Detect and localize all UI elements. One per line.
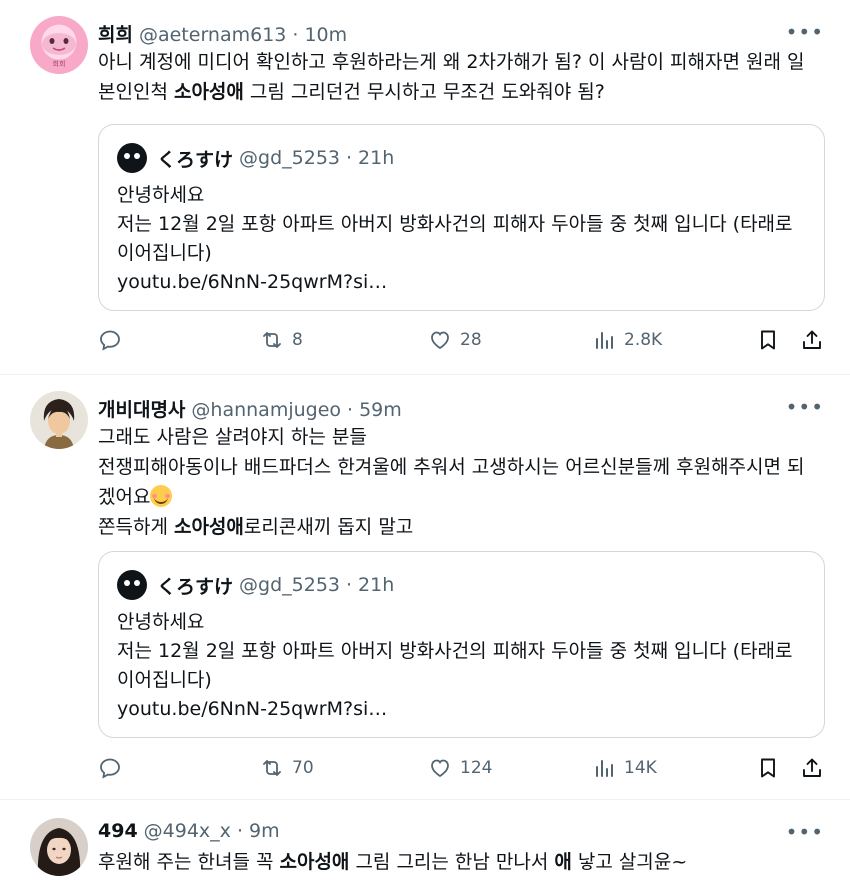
more-icon[interactable]: ••• (786, 22, 824, 42)
repost-button[interactable]: 8 (260, 328, 303, 352)
text-line: 본인인척 소아성애 그림 그리던건 무시하고 무조건 도와줘야 됨? (98, 81, 605, 103)
tweet-text: 아니 계정에 미디어 확인하고 후원하라는게 왜 2차가해가 됨? 이 사람이 … (98, 47, 820, 107)
avatar[interactable] (30, 818, 88, 876)
heart-icon (431, 331, 449, 350)
repost-button[interactable]: 70 (260, 756, 314, 780)
repost-count: 8 (292, 330, 303, 350)
user-handle[interactable]: @hannamjugeo (191, 399, 341, 421)
bookmark-button[interactable] (756, 756, 780, 780)
display-name[interactable]: 희희 (98, 20, 133, 47)
bookmark-button[interactable] (756, 328, 780, 352)
more-icon[interactable]: ••• (786, 822, 824, 842)
text-line: 겠어요 (98, 482, 820, 512)
quote-timestamp: 21h (358, 147, 395, 169)
quote-header: くろすけ @gd_5253 · 21h (117, 143, 394, 173)
avatar-image (43, 399, 75, 449)
avatar[interactable] (30, 391, 88, 449)
avatar-image (37, 828, 81, 876)
tweet[interactable]: 희희 희희 @aeternam613 · 10m ••• 아니 계정에 미디어 … (0, 0, 850, 375)
like-count: 28 (460, 330, 482, 350)
views-button[interactable]: 14K (592, 756, 657, 780)
share-icon (803, 758, 821, 777)
action-bar: 8 28 2.8K (98, 328, 828, 358)
timestamp[interactable]: 9m (249, 820, 280, 842)
heart-icon (431, 759, 449, 778)
quote-link[interactable]: youtu.be/6NnN-25qwrM?si… (117, 268, 806, 297)
timestamp[interactable]: 59m (359, 399, 402, 421)
separator-dot: · (347, 399, 354, 421)
highlighted-term: 소아성애 (279, 851, 350, 873)
quote-avatar (117, 570, 147, 600)
text-line: 후원해 주는 한녀들 꼭 소아성애 그림 그리는 한남 만나서 애 낳고 살긔윤… (98, 851, 688, 873)
like-count: 124 (460, 758, 493, 778)
tweet-text: 후원해 주는 한녀들 꼭 소아성애 그림 그리는 한남 만나서 애 낳고 살긔윤… (98, 847, 820, 877)
view-count: 2.8K (624, 330, 663, 350)
avatar[interactable]: 희희 (30, 16, 88, 74)
quote-text: 안녕하세요 저는 12월 2일 포항 아파트 아버지 방화사건의 피해자 두아들… (117, 608, 806, 724)
timestamp[interactable]: 10m (304, 24, 347, 46)
tweet-text: 그래도 사람은 살려야지 하는 분들 전쟁피해아동이나 배드파더스 한겨울에 추… (98, 422, 820, 542)
quote-display-name: くろすけ (157, 148, 234, 171)
highlighted-term: 소아성애 (173, 516, 244, 538)
quote-display-name: くろすけ (157, 575, 234, 598)
share-button[interactable] (800, 328, 824, 352)
repost-count: 70 (292, 758, 314, 778)
views-button[interactable]: 2.8K (592, 328, 662, 352)
action-bar: 70 124 14K (98, 756, 828, 786)
repost-icon (263, 760, 281, 776)
user-handle[interactable]: @aeternam613 (139, 24, 286, 46)
text-line: 쫀득하게 소아성애로리콘새끼 돕지 말고 (98, 516, 414, 538)
views-icon (596, 332, 613, 349)
reply-icon (100, 758, 120, 779)
quote-timestamp: 21h (358, 574, 395, 596)
quote-handle: @gd_5253 (239, 574, 340, 596)
display-name[interactable]: 494 (98, 820, 138, 842)
like-button[interactable]: 124 (428, 756, 492, 780)
reply-button[interactable] (98, 328, 130, 352)
quote-text: 안녕하세요 저는 12월 2일 포항 아파트 아버지 방화사건의 피해자 두아들… (117, 181, 806, 297)
like-button[interactable]: 28 (428, 328, 482, 352)
avatar-image: 희희 (42, 33, 76, 68)
tweet[interactable]: 494 @494x_x · 9m ••• 후원해 주는 한녀들 꼭 소아성애 그… (0, 800, 850, 881)
share-button[interactable] (800, 756, 824, 780)
separator-dot: · (292, 24, 299, 46)
text-line: 전쟁피해아동이나 배드파더스 한겨울에 추워서 고생하시는 어르신분들께 후원해… (98, 456, 805, 478)
share-icon (803, 330, 821, 349)
quote-avatar (117, 143, 147, 173)
view-count: 14K (624, 758, 657, 778)
quote-handle: @gd_5253 (239, 147, 340, 169)
tweet-header: 개비대명사 @hannamjugeo · 59m (98, 395, 402, 422)
tweet-header: 희희 @aeternam613 · 10m (98, 20, 347, 47)
quote-header: くろすけ @gd_5253 · 21h (117, 570, 394, 600)
quote-link[interactable]: youtu.be/6NnN-25qwrM?si… (117, 695, 806, 724)
tweet-header: 494 @494x_x · 9m (98, 820, 280, 842)
text-line: 아니 계정에 미디어 확인하고 후원하라는게 왜 2차가해가 됨? 이 사람이 … (98, 51, 805, 73)
repost-icon (263, 332, 281, 348)
reply-button[interactable] (98, 756, 130, 780)
views-icon (596, 760, 613, 777)
bookmark-icon (761, 330, 775, 350)
reply-icon (100, 330, 120, 351)
bookmark-icon (761, 758, 775, 778)
quote-tweet[interactable]: くろすけ @gd_5253 · 21h 안녕하세요 저는 12월 2일 포항 아… (98, 551, 825, 738)
user-handle[interactable]: @494x_x (144, 820, 231, 842)
smiling-emoji-icon (150, 485, 173, 507)
highlighted-term: 소아성애 (173, 81, 244, 103)
text-line: 그래도 사람은 살려야지 하는 분들 (98, 426, 367, 448)
separator-dot: · (236, 820, 243, 842)
quote-tweet[interactable]: くろすけ @gd_5253 · 21h 안녕하세요 저는 12월 2일 포항 아… (98, 124, 825, 311)
svg-text:희희: 희희 (53, 59, 66, 68)
more-icon[interactable]: ••• (786, 397, 824, 417)
highlighted-term: 애 (554, 851, 572, 873)
display-name[interactable]: 개비대명사 (98, 395, 185, 422)
tweet[interactable]: 개비대명사 @hannamjugeo · 59m ••• 그래도 사람은 살려야… (0, 375, 850, 800)
